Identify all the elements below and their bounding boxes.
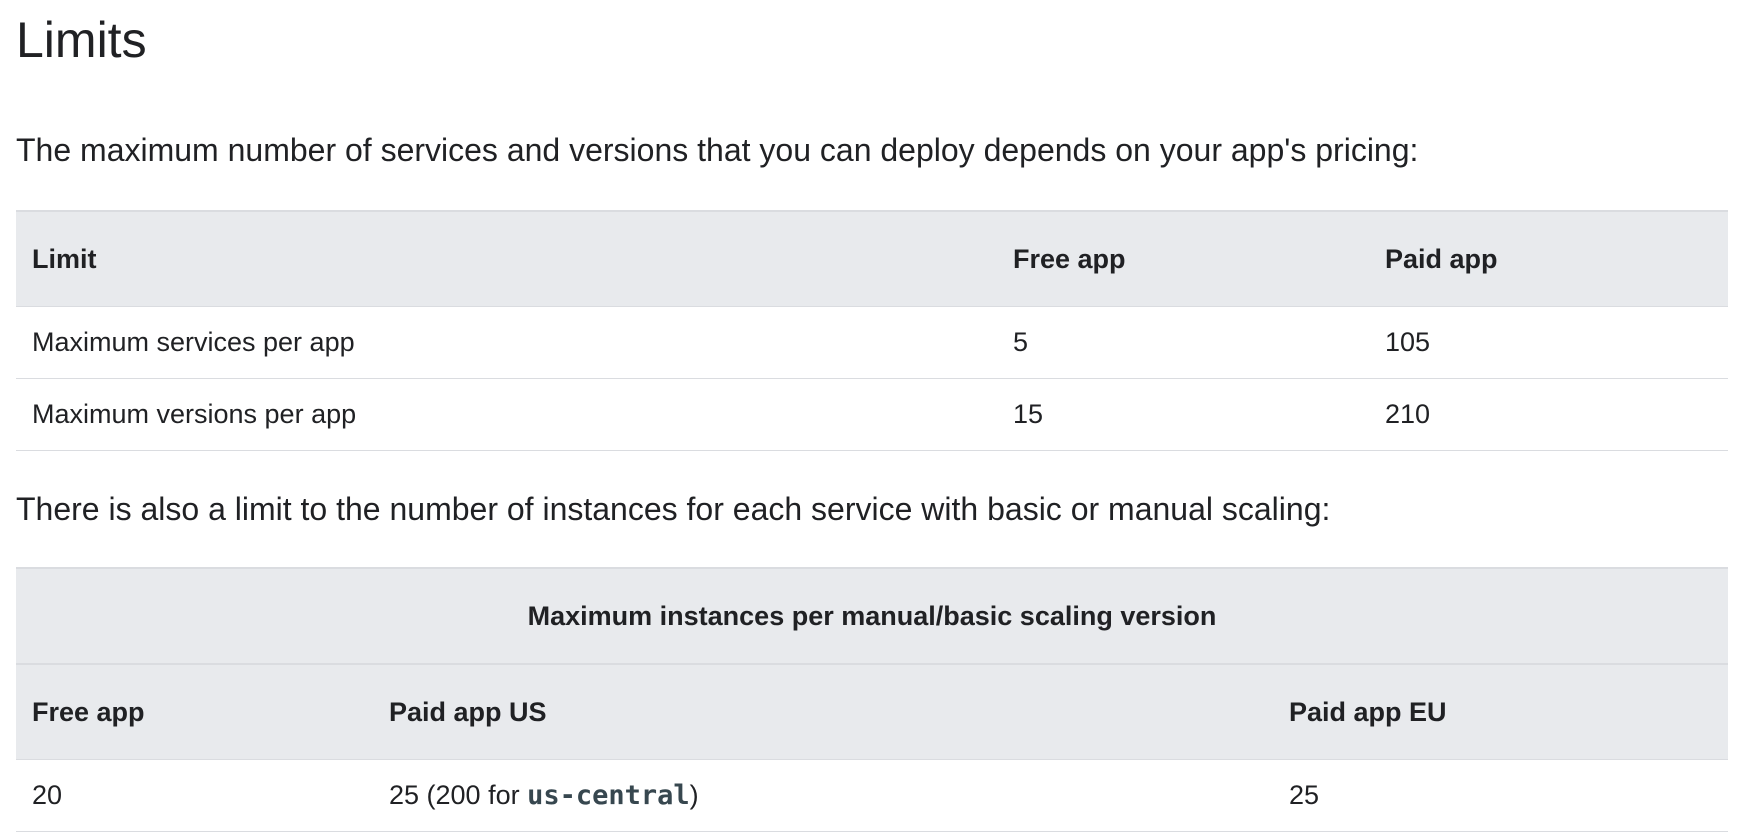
column-header-paid-app: Paid app bbox=[1369, 211, 1728, 307]
column-header-paid-app-us: Paid app US bbox=[373, 664, 1273, 760]
free-app-value-cell: 15 bbox=[997, 378, 1369, 451]
column-group-header: Maximum instances per manual/basic scali… bbox=[16, 568, 1729, 665]
column-header-limit: Limit bbox=[16, 211, 997, 307]
paid-app-us-value-suffix: ) bbox=[689, 780, 699, 810]
instances-limits-table: Maximum instances per manual/basic scali… bbox=[16, 567, 1729, 832]
services-intro-paragraph: The maximum number of services and versi… bbox=[16, 132, 1419, 168]
table-header-row: Limit Free app Paid app bbox=[16, 211, 1728, 307]
free-app-value-cell: 5 bbox=[997, 306, 1369, 379]
table-row: 20 25 (200 for us-central) 25 bbox=[16, 759, 1729, 832]
limit-name-cell: Maximum versions per app bbox=[16, 378, 997, 451]
paid-app-eu-value-cell: 25 bbox=[1273, 759, 1729, 832]
paid-app-us-value-text: 25 (200 for bbox=[389, 780, 528, 810]
free-app-value-cell: 20 bbox=[16, 759, 373, 832]
paid-app-value-cell: 210 bbox=[1369, 378, 1728, 451]
paid-app-us-value-cell: 25 (200 for us-central) bbox=[373, 759, 1273, 832]
table-header-row: Free app Paid app US Paid app EU bbox=[16, 664, 1729, 760]
table-row: Maximum services per app 5 105 bbox=[16, 306, 1728, 379]
services-versions-limits-table: Limit Free app Paid app Maximum services… bbox=[16, 210, 1728, 451]
column-header-free-app: Free app bbox=[16, 664, 373, 760]
document-page: Limits The maximum number of services an… bbox=[0, 0, 1742, 832]
paid-app-value-cell: 105 bbox=[1369, 306, 1728, 379]
column-header-free-app: Free app bbox=[997, 211, 1369, 307]
instances-intro-paragraph: There is also a limit to the number of i… bbox=[16, 491, 1331, 527]
table-header-row: Maximum instances per manual/basic scali… bbox=[16, 568, 1729, 665]
table-row: Maximum versions per app 15 210 bbox=[16, 378, 1728, 451]
page-title: Limits bbox=[16, 12, 147, 68]
region-code: us-central bbox=[527, 780, 690, 811]
column-header-paid-app-eu: Paid app EU bbox=[1273, 664, 1729, 760]
limit-name-cell: Maximum services per app bbox=[16, 306, 997, 379]
